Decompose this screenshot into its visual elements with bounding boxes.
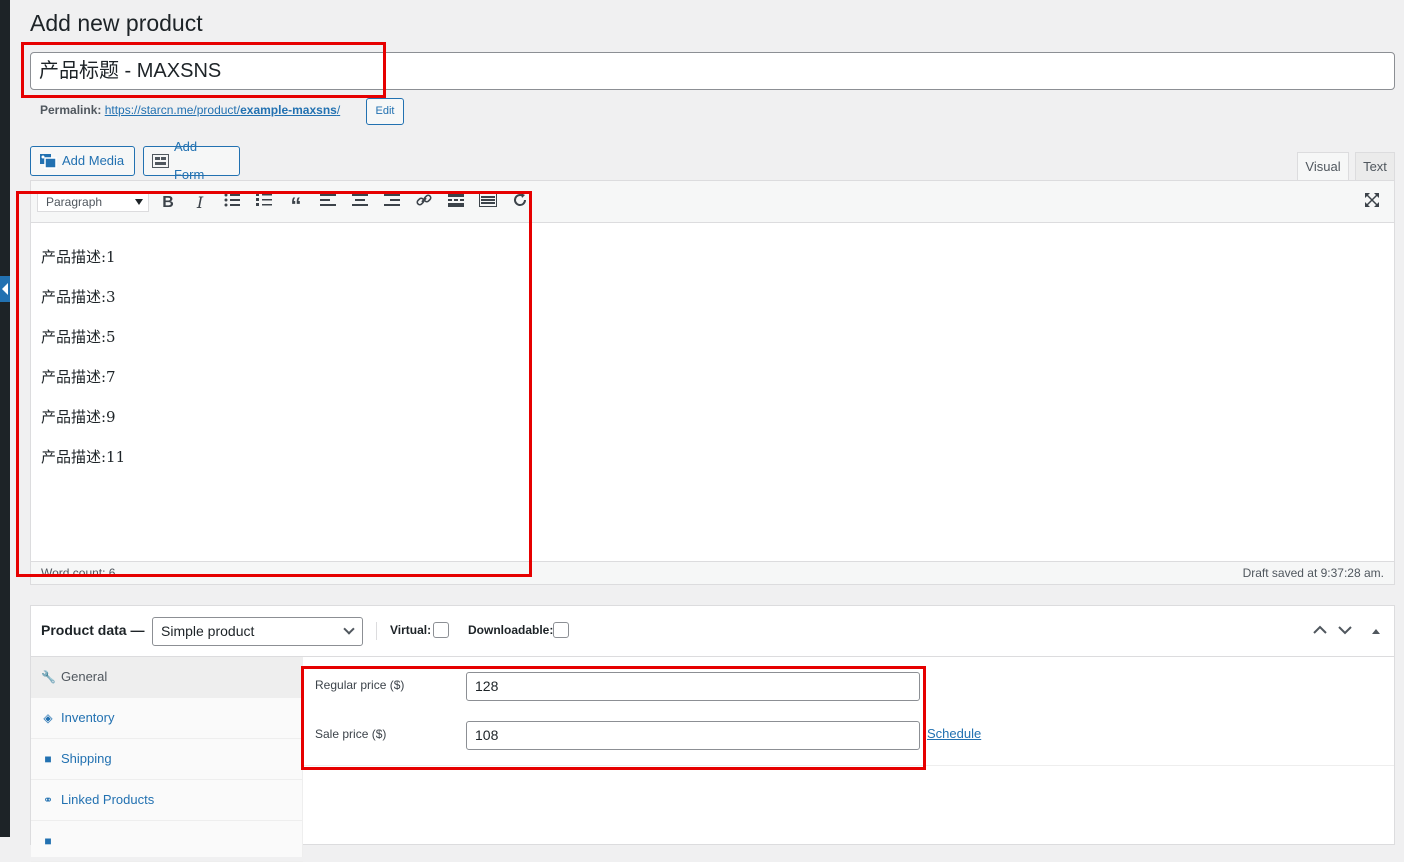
caret-down-icon: [135, 199, 143, 205]
word-count: Word count: 6: [41, 566, 116, 580]
add-media-button[interactable]: Add Media: [30, 146, 135, 176]
divider: [376, 622, 377, 640]
divider: [303, 765, 1394, 766]
read-more-button[interactable]: [445, 192, 467, 214]
downloadable-label: Downloadable:: [468, 623, 554, 637]
permalink-url-prefix: https://starcn.me/product/: [104, 103, 241, 117]
wrench-icon: 🔧: [41, 670, 56, 684]
move-down-button[interactable]: [1338, 622, 1352, 638]
align-center-icon: [352, 194, 368, 206]
tab-label: Shipping: [61, 751, 112, 766]
form-icon: [152, 154, 169, 168]
align-right-icon: [384, 194, 400, 206]
blockquote-button[interactable]: “: [285, 192, 307, 218]
link-icon: [416, 194, 432, 206]
permalink-link[interactable]: https://starcn.me/product/example-maxsns…: [105, 103, 340, 117]
chevron-up-icon: [1313, 625, 1327, 634]
link-icon: ⚭: [42, 793, 54, 807]
schedule-link[interactable]: Schedule: [927, 726, 981, 741]
admin-menu-edge: [0, 0, 10, 837]
link-button[interactable]: [413, 192, 435, 214]
fullscreen-button[interactable]: [1361, 192, 1383, 214]
paragraph: 产品描述:5: [41, 328, 116, 346]
tab-label: Linked Products: [61, 792, 155, 807]
permalink-label: Permalink:: [40, 103, 102, 117]
align-left-button[interactable]: [317, 192, 339, 214]
paragraph: 产品描述:7: [41, 368, 116, 386]
permalink: Permalink: https://starcn.me/product/exa…: [40, 103, 340, 117]
tag-icon: ◈: [43, 711, 53, 725]
product-data-header: Product data — Simple product Virtual: D…: [31, 606, 1394, 657]
tab-linked-products[interactable]: ⚭ Linked Products: [31, 780, 303, 821]
toggle-panel-button[interactable]: [1371, 622, 1381, 638]
bold-button[interactable]: B: [157, 192, 179, 214]
truck-icon: ■: [44, 752, 52, 766]
product-data-tabs: 🔧 General ◈ Inventory ■ Shipping ⚭ Linke…: [31, 657, 303, 862]
add-media-label: Add Media: [62, 153, 125, 168]
page-title: Add new product: [30, 10, 203, 36]
product-type-value: Simple product: [161, 623, 255, 639]
read-more-icon: [448, 193, 464, 207]
numbered-list-button[interactable]: [253, 192, 275, 214]
editor-status-bar: Word count: 6 Draft saved at 9:37:28 am.: [31, 561, 1394, 584]
media-icon: [40, 154, 57, 169]
refresh-button[interactable]: [509, 192, 531, 214]
align-center-button[interactable]: [349, 192, 371, 214]
chevron-down-icon: [1338, 626, 1352, 635]
permalink-slug: example-maxsns: [240, 103, 337, 117]
chevron-down-icon: [343, 623, 355, 635]
bullet-list-button[interactable]: [221, 192, 243, 214]
virtual-label: Virtual:: [390, 623, 432, 637]
format-select[interactable]: Paragraph: [37, 192, 149, 212]
paragraph: 产品描述:11: [41, 448, 126, 466]
triangle-up-icon: [1372, 629, 1380, 634]
move-up-button[interactable]: [1313, 622, 1327, 638]
bullet-list-icon: [224, 193, 240, 207]
collapse-arrow-icon[interactable]: [0, 276, 10, 302]
virtual-checkbox[interactable]: [433, 622, 449, 638]
keyboard-icon: [479, 193, 497, 207]
tab-label: Inventory: [61, 710, 115, 725]
editor-toolbar: Paragraph B I “: [31, 181, 1394, 223]
list-icon: ■: [44, 834, 52, 848]
edit-permalink-button[interactable]: Edit: [366, 98, 404, 125]
tab-general[interactable]: 🔧 General: [31, 657, 303, 698]
product-title-input[interactable]: 产品标题 - MAXSNS: [30, 52, 1395, 90]
fullscreen-icon: [1365, 193, 1379, 207]
sale-price-input[interactable]: 108: [466, 721, 920, 750]
tab-visual[interactable]: Visual: [1297, 152, 1349, 181]
paragraph: 产品描述:9: [41, 408, 116, 426]
downloadable-checkbox[interactable]: [553, 622, 569, 638]
tab-more[interactable]: ■: [31, 821, 303, 862]
add-form-button[interactable]: Add Form: [143, 139, 240, 182]
numbered-list-icon: [256, 193, 272, 206]
product-type-select[interactable]: Simple product: [152, 617, 363, 646]
paragraph: 产品描述:1: [41, 248, 116, 266]
tab-shipping[interactable]: ■ Shipping: [31, 739, 303, 780]
sale-price-label: Sale price ($): [315, 727, 387, 741]
paragraph: 产品描述:3: [41, 288, 116, 306]
content-editor: Paragraph B I “ 产品描述:1 产品描述:3 产品描述:5 产品描…: [30, 180, 1395, 585]
permalink-suffix: /: [336, 103, 341, 117]
align-right-button[interactable]: [381, 192, 403, 214]
regular-price-label: Regular price ($): [315, 678, 405, 692]
align-left-icon: [320, 194, 336, 206]
editor-content[interactable]: 产品描述:1 产品描述:3 产品描述:5 产品描述:7 产品描述:9 产品描述:…: [41, 247, 125, 487]
product-data-label: Product data —: [41, 622, 145, 638]
refresh-icon: [514, 193, 527, 206]
tab-inventory[interactable]: ◈ Inventory: [31, 698, 303, 739]
regular-price-input[interactable]: 128: [466, 672, 920, 701]
toolbar-toggle-button[interactable]: [477, 192, 499, 214]
tab-label: General: [61, 669, 108, 684]
italic-button[interactable]: I: [189, 192, 211, 214]
draft-status: Draft saved at 9:37:28 am.: [1242, 566, 1384, 580]
format-select-value: Paragraph: [46, 195, 103, 209]
tab-text[interactable]: Text: [1355, 152, 1395, 181]
